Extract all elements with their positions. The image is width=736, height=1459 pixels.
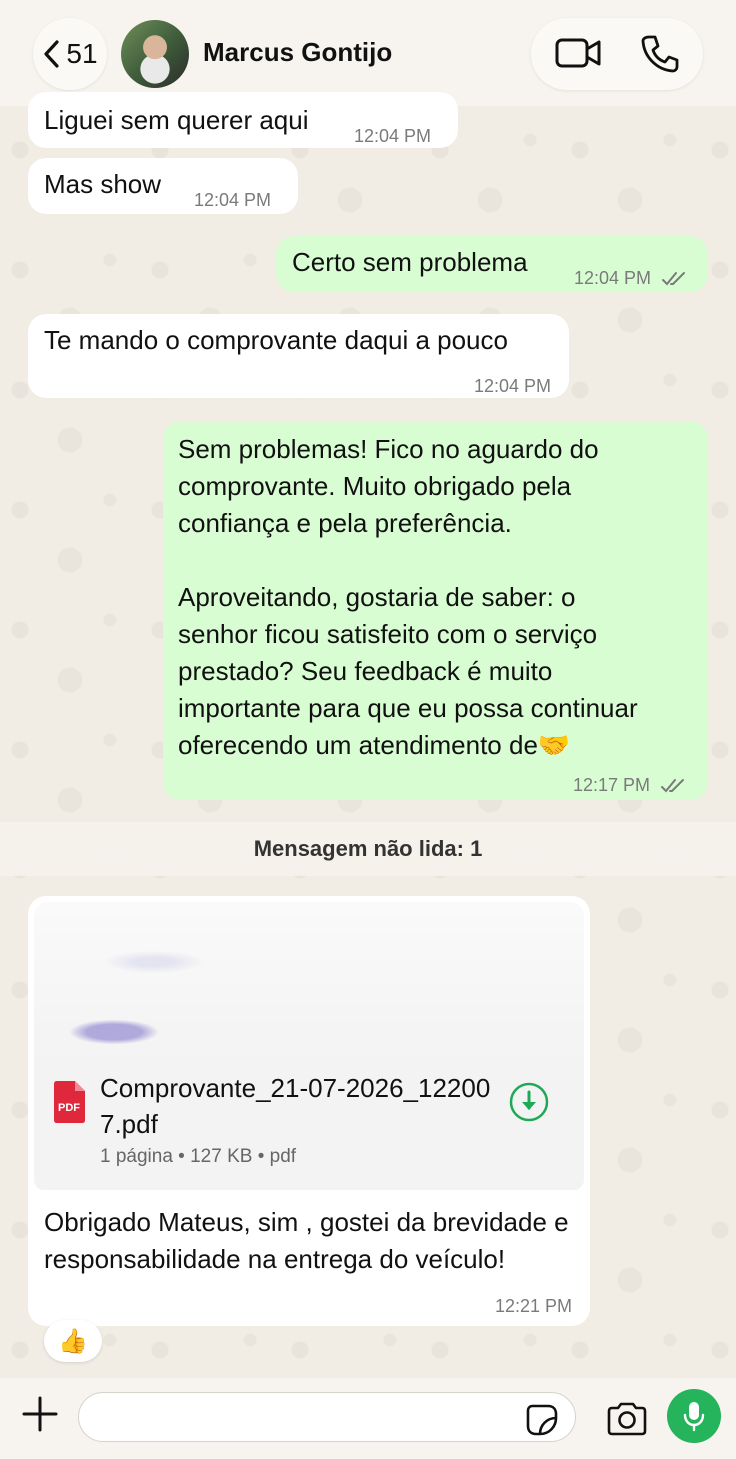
message-text: Sem problemas! Fico no aguardo do compro… xyxy=(178,431,698,764)
message-incoming[interactable]: Liguei sem querer aqui 12:04 PM xyxy=(28,92,458,148)
unread-messages-banner: Mensagem não lida: 1 xyxy=(0,822,736,876)
document-message[interactable]: PDF Comprovante_21-07-2026_122007.pdf 1 … xyxy=(28,896,590,1326)
double-check-icon xyxy=(662,272,686,286)
message-input[interactable] xyxy=(78,1392,576,1442)
document-card[interactable]: PDF Comprovante_21-07-2026_122007.pdf 1 … xyxy=(34,1058,584,1190)
message-line: senhor ficou satisfeito com o serviço xyxy=(178,619,598,649)
double-check-icon xyxy=(661,779,685,793)
message-line: Aproveitando, gostaria de saber: o xyxy=(178,582,576,612)
message-line: prestado? Seu feedback é muito xyxy=(178,656,553,686)
message-line: importante para que eu possa continuar xyxy=(178,693,638,723)
contact-avatar[interactable] xyxy=(121,20,189,88)
sticker-icon[interactable] xyxy=(526,1404,558,1436)
composer-bar xyxy=(0,1378,736,1459)
back-button[interactable]: 51 xyxy=(33,18,107,90)
microphone-icon xyxy=(683,1402,705,1432)
unread-chats-count: 51 xyxy=(66,38,98,69)
reaction-badge[interactable]: 👍 xyxy=(44,1320,102,1362)
message-text: Te mando o comprovante daqui a pouco xyxy=(44,325,508,355)
message-time: 12:17 PM xyxy=(573,767,687,804)
contact-name[interactable]: Marcus Gontijo xyxy=(203,37,392,68)
phone-call-icon[interactable] xyxy=(640,34,680,74)
voice-message-button[interactable] xyxy=(667,1389,721,1443)
message-incoming[interactable]: Mas show 12:04 PM xyxy=(28,158,298,214)
message-time-label: 12:04 PM xyxy=(574,268,652,288)
pdf-icon: PDF xyxy=(54,1081,85,1123)
message-time: 12:04 PM xyxy=(473,376,551,396)
message-outgoing-long[interactable]: Sem problemas! Fico no aguardo do compro… xyxy=(163,421,708,800)
message-time: 12:04 PM xyxy=(194,190,272,210)
document-caption: Obrigado Mateus, sim , gostei da brevida… xyxy=(44,1207,569,1274)
download-icon[interactable] xyxy=(509,1082,549,1122)
pdf-icon-label: PDF xyxy=(58,1102,80,1114)
back-chevron-icon xyxy=(44,40,60,68)
message-line: comprovante. Muito obrigado pela xyxy=(178,471,572,501)
message-line: oferecendo um atendimento de🤝 xyxy=(178,730,571,760)
document-meta: 1 página • 127 KB • pdf xyxy=(100,1146,297,1167)
message-time: 12:21 PM xyxy=(494,1296,572,1316)
message-incoming[interactable]: Te mando o comprovante daqui a pouco 12:… xyxy=(28,314,569,398)
document-preview[interactable] xyxy=(34,902,584,1058)
message-line: confiança e pela preferência. xyxy=(178,508,512,538)
camera-icon[interactable] xyxy=(606,1402,648,1436)
message-text: Mas show xyxy=(44,169,162,199)
message-time: 12:04 PM xyxy=(574,260,688,297)
message-text: Liguei sem querer aqui xyxy=(44,105,309,135)
message-line xyxy=(178,542,698,579)
chat-header: 51 Marcus Gontijo xyxy=(0,0,736,106)
message-time: 12:04 PM xyxy=(354,126,432,146)
message-line: Sem problemas! Fico no aguardo do xyxy=(178,434,599,464)
document-file-name: Comprovante_21-07-2026_122007.pdf xyxy=(100,1073,491,1139)
message-text: Certo sem problema xyxy=(292,247,528,277)
message-time-label: 12:17 PM xyxy=(573,775,651,795)
message-outgoing[interactable]: Certo sem problema 12:04 PM xyxy=(276,236,708,292)
plus-icon[interactable] xyxy=(22,1396,58,1432)
video-call-icon[interactable] xyxy=(555,36,601,70)
